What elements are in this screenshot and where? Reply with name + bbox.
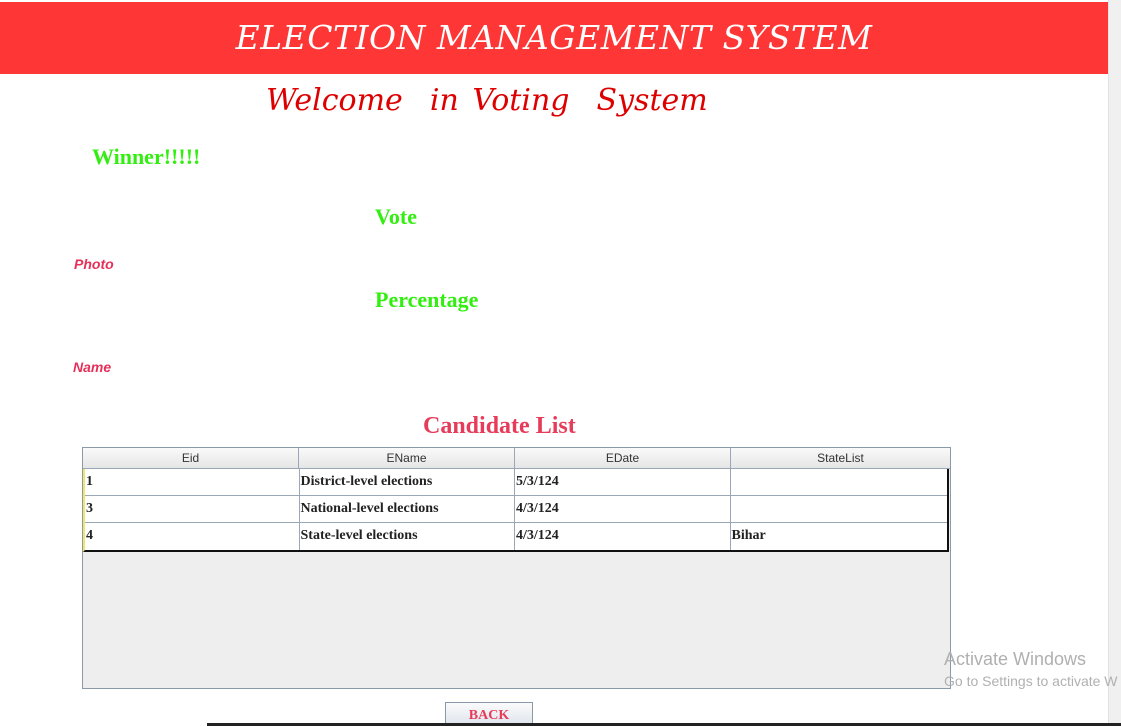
cell-statelist[interactable]: Bihar: [731, 523, 948, 550]
column-header-edate[interactable]: EDate: [515, 448, 731, 468]
column-header-ename[interactable]: EName: [299, 448, 515, 468]
table-row[interactable]: 1 District-level elections 5/3/124: [85, 469, 947, 496]
cell-ename[interactable]: State-level elections: [300, 523, 515, 550]
table-row[interactable]: 3 National-level elections 4/3/124: [85, 496, 947, 523]
app-title: ELECTION MANAGEMENT SYSTEM: [235, 18, 873, 57]
cell-eid[interactable]: 4: [85, 523, 300, 550]
column-header-eid[interactable]: Eid: [83, 448, 299, 468]
name-label: Name: [73, 359, 112, 375]
window-edge: [1108, 0, 1121, 726]
cell-edate[interactable]: 4/3/124: [515, 523, 731, 550]
vote-label: Vote: [375, 204, 417, 229]
candidate-list-title: Candidate List: [423, 413, 576, 439]
candidate-table[interactable]: Eid EName EDate StateList 1 District-lev…: [82, 447, 951, 689]
cell-edate[interactable]: 5/3/124: [515, 469, 731, 495]
cell-eid[interactable]: 1: [85, 469, 300, 495]
election-window: ELECTION MANAGEMENT SYSTEM Welcome in Vo…: [0, 0, 1121, 726]
activate-windows-watermark: Activate Windows Go to Settings to activ…: [944, 648, 1118, 692]
welcome-heading: Welcome in Voting System: [266, 83, 708, 118]
table-row[interactable]: 4 State-level elections 4/3/124 Bihar: [85, 523, 947, 550]
percentage-label: Percentage: [375, 287, 479, 312]
table-body: 1 District-level elections 5/3/124 3 Nat…: [83, 469, 949, 552]
cell-statelist[interactable]: [731, 469, 948, 495]
cell-edate[interactable]: 4/3/124: [515, 496, 731, 522]
column-header-statelist[interactable]: StateList: [731, 448, 950, 468]
winner-label: Winner!!!!!: [92, 144, 201, 169]
cell-eid[interactable]: 3: [85, 496, 300, 522]
cell-statelist[interactable]: [731, 496, 948, 522]
cell-ename[interactable]: District-level elections: [300, 469, 515, 495]
cell-ename[interactable]: National-level elections: [300, 496, 515, 522]
watermark-title: Activate Windows: [944, 649, 1087, 669]
photo-label: Photo: [74, 256, 114, 272]
table-header: Eid EName EDate StateList: [83, 448, 950, 469]
header-bar: ELECTION MANAGEMENT SYSTEM: [0, 2, 1108, 74]
watermark-subtitle: Go to Settings to activate W: [944, 673, 1118, 689]
